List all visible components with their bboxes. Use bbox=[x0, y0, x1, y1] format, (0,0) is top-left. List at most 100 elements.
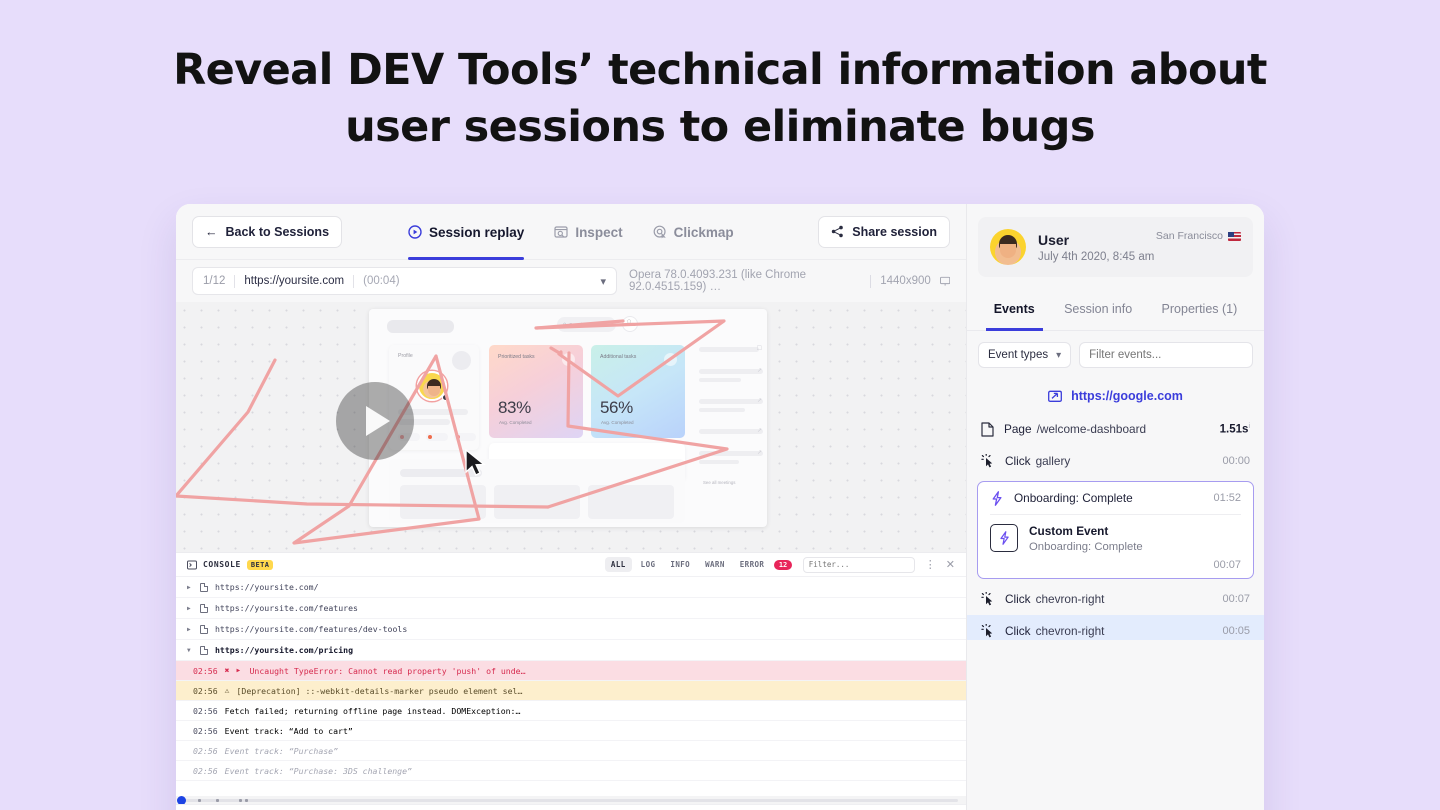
console-page-row-expanded[interactable]: ▼ https://yoursite.com/pricing bbox=[176, 640, 966, 661]
console-level-error[interactable]: ERROR bbox=[734, 557, 771, 572]
console-page-row[interactable]: ▶ https://yoursite.com/features bbox=[176, 598, 966, 619]
browser-info: Opera 78.0.4093.231 (like Chrome 92.0.45… bbox=[629, 269, 807, 293]
external-link-icon bbox=[1048, 390, 1063, 402]
chevron-down-icon: ▾ bbox=[1056, 349, 1062, 361]
mouse-cursor-icon bbox=[465, 449, 486, 476]
page-title: Reveal DEV Tools’ technical information … bbox=[173, 45, 1267, 152]
console-log-time: 02:56 bbox=[193, 725, 218, 736]
tab-properties[interactable]: Properties (1) bbox=[1162, 287, 1238, 331]
page-icon bbox=[200, 624, 208, 634]
event-row-page[interactable]: Page /welcome-dashboard 1.51si bbox=[967, 413, 1264, 445]
events-list[interactable]: Page /welcome-dashboard 1.51si Click gal… bbox=[967, 413, 1264, 640]
user-name: User bbox=[1038, 231, 1070, 248]
console-page-row[interactable]: ▶ https://yoursite.com/ bbox=[176, 577, 966, 598]
rage-click-path bbox=[176, 319, 729, 545]
tab-session-replay[interactable]: Session replay bbox=[408, 204, 525, 260]
replay-timeline[interactable] bbox=[176, 796, 966, 805]
kebab-menu-icon[interactable]: ⋮ bbox=[1261, 347, 1264, 363]
console-log-text: Event track: “Add to cart” bbox=[224, 725, 353, 736]
console-log-row[interactable]: 02:56 Event track: “Purchase: 3DS challe… bbox=[176, 761, 966, 781]
custom-event-text: Custom Event Onboarding: Complete bbox=[1029, 524, 1143, 553]
chevron-down-icon[interactable]: ▼ bbox=[187, 647, 193, 654]
divider bbox=[234, 274, 236, 288]
console-page-row[interactable]: ▶ https://yoursite.com/features/dev-tool… bbox=[176, 619, 966, 640]
timeline-marker bbox=[239, 799, 242, 802]
console-page-url: https://yoursite.com/ bbox=[215, 582, 319, 592]
divider bbox=[353, 274, 355, 288]
event-row-click[interactable]: Click gallery 00:00 bbox=[967, 445, 1264, 477]
tab-events[interactable]: Events bbox=[985, 287, 1043, 331]
event-row-click-selected[interactable]: Click chevron-right 00:05 bbox=[967, 615, 1264, 640]
console-level-all[interactable]: ALL bbox=[604, 557, 632, 572]
page-icon bbox=[200, 582, 208, 592]
event-object: /welcome-dashboard bbox=[1036, 422, 1147, 436]
console-log-time: 02:56 bbox=[193, 685, 218, 696]
custom-event-icon bbox=[999, 531, 1009, 545]
timeline-track[interactable] bbox=[184, 799, 958, 802]
event-row-click[interactable]: Click chevron-right 00:07 bbox=[967, 583, 1264, 615]
close-icon[interactable]: ✕ bbox=[946, 558, 955, 571]
back-to-sessions-button[interactable]: ← Back to Sessions bbox=[192, 215, 343, 248]
event-group-header[interactable]: Onboarding: Complete 01:52 bbox=[978, 482, 1253, 514]
page-icon bbox=[200, 603, 208, 613]
origin-link[interactable]: https://google.com bbox=[967, 379, 1264, 413]
event-object: gallery bbox=[1035, 454, 1071, 468]
console-log-warn[interactable]: 02:56 ⚠ [Deprecation] ::-webkit-details-… bbox=[176, 681, 966, 701]
console-title: CONSOLE bbox=[203, 560, 241, 569]
tab-session-info[interactable]: Session info bbox=[1064, 287, 1132, 331]
console-page-url: https://yoursite.com/pricing bbox=[215, 645, 354, 655]
tab-inspect[interactable]: Inspect bbox=[554, 204, 623, 260]
custom-event-time: 00:07 bbox=[1213, 559, 1241, 571]
share-session-button[interactable]: Share session bbox=[818, 215, 950, 248]
chevron-right-icon[interactable]: ▶ bbox=[236, 667, 242, 674]
timeline-marker bbox=[198, 799, 201, 802]
page-index: 1/12 bbox=[203, 275, 226, 287]
play-overlay-icon[interactable] bbox=[336, 382, 414, 460]
event-group-onboarding[interactable]: Onboarding: Complete 01:52 Custom Event … bbox=[977, 481, 1254, 579]
event-object: chevron-right bbox=[1035, 592, 1105, 606]
console-level-filters: ALL LOG INFO WARN ERROR 12 ⋮ ✕ bbox=[604, 556, 955, 573]
replay-pane: ← Back to Sessions Session replay Inspec… bbox=[176, 204, 966, 810]
playback-bar: 5 00:00 / 00:04 Speed x1 ▾ Everyonei ⏮ 3… bbox=[176, 804, 966, 810]
events-filter-bar: Event types ▾ ⋮ bbox=[967, 331, 1264, 379]
event-label: Click gallery bbox=[1005, 454, 1212, 468]
event-types-dropdown[interactable]: Event types ▾ bbox=[978, 342, 1072, 368]
tab-clickmap[interactable]: Clickmap bbox=[653, 204, 734, 260]
page-icon bbox=[981, 421, 994, 437]
page-selector[interactable]: 1/12 https://yoursite.com (00:04) ▾ bbox=[192, 267, 617, 295]
console-level-info[interactable]: INFO bbox=[664, 557, 696, 572]
us-flag-icon bbox=[1228, 231, 1241, 241]
custom-event-badge bbox=[990, 524, 1018, 552]
timeline-marker bbox=[245, 799, 248, 802]
custom-event-icon bbox=[992, 490, 1002, 506]
console-log-error[interactable]: 02:56 ✖ ▶ Uncaught TypeError: Cannot rea… bbox=[176, 661, 966, 681]
chevron-down-icon[interactable]: ▾ bbox=[600, 275, 606, 288]
warning-triangle-icon: ⚠ bbox=[224, 686, 230, 695]
replay-canvas[interactable]: ⚲ Search Profile bbox=[176, 302, 966, 552]
console-panel: CONSOLE BETA ALL LOG INFO WARN ERROR 12 … bbox=[176, 552, 966, 796]
click-icon bbox=[981, 592, 993, 606]
console-level-log[interactable]: LOG bbox=[635, 557, 662, 572]
user-location: San Francisco bbox=[1156, 230, 1241, 242]
chevron-right-icon[interactable]: ▶ bbox=[187, 605, 193, 612]
console-filter-input[interactable] bbox=[802, 556, 915, 573]
console-error-count: 12 bbox=[774, 559, 792, 570]
kebab-menu-icon[interactable]: ⋮ bbox=[925, 558, 936, 571]
console-log-row[interactable]: 02:56 Event track: “Add to cart” bbox=[176, 721, 966, 741]
event-label: Click chevron-right bbox=[1005, 624, 1212, 638]
error-circle-icon: ✖ bbox=[224, 666, 230, 675]
filter-events-input[interactable] bbox=[1079, 342, 1254, 368]
click-icon bbox=[981, 624, 993, 638]
console-level-warn[interactable]: WARN bbox=[699, 557, 731, 572]
user-location-label: San Francisco bbox=[1155, 230, 1223, 242]
share-session-label: Share session bbox=[852, 224, 937, 239]
chevron-right-icon[interactable]: ▶ bbox=[187, 626, 193, 633]
console-log-row[interactable]: 02:56 Fetch failed; returning offline pa… bbox=[176, 701, 966, 721]
arrow-left-icon: ← bbox=[205, 224, 218, 239]
console-log-row[interactable]: 02:56 Event track: “Purchase” bbox=[176, 741, 966, 761]
chevron-right-icon[interactable]: ▶ bbox=[187, 584, 193, 591]
console-page-url: https://yoursite.com/features bbox=[215, 603, 358, 613]
resolution-info: 1440x900 bbox=[880, 275, 931, 287]
app-toolbar: ← Back to Sessions Session replay Inspec… bbox=[176, 204, 966, 260]
custom-event-title: Custom Event bbox=[1029, 524, 1109, 538]
